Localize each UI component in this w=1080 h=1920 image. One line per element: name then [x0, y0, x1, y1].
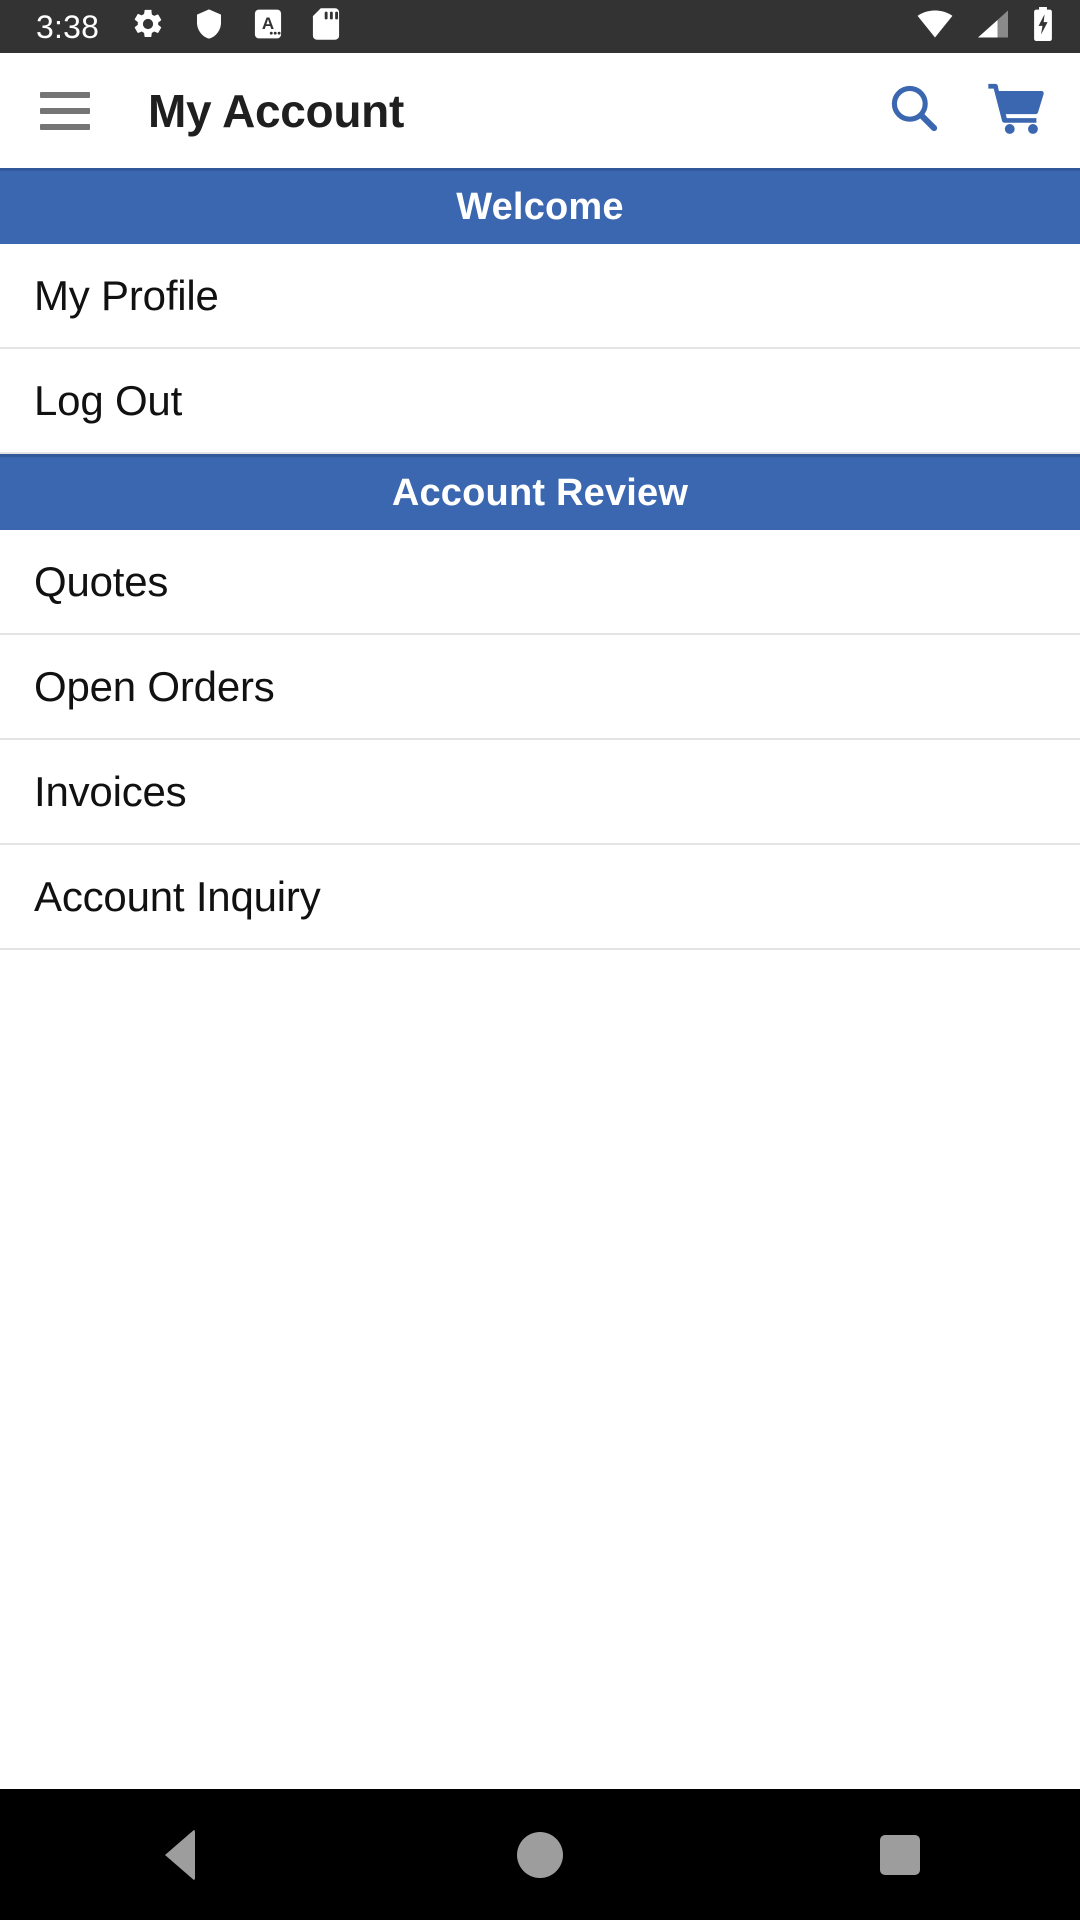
list-item-account-inquiry[interactable]: Account Inquiry	[0, 845, 1080, 950]
accessibility-a-icon: A	[253, 7, 283, 46]
search-button[interactable]	[884, 81, 944, 141]
list-item-label: Account Inquiry	[34, 872, 321, 920]
search-icon	[886, 80, 942, 141]
hamburger-menu-icon[interactable]	[40, 91, 90, 130]
phone-screen: 3:38 A My Account Welcome My Profile Log…	[0, 0, 1080, 1920]
section-header-label: Account Review	[391, 472, 689, 514]
section-list-welcome: My Profile Log Out	[0, 244, 1080, 454]
status-bar-left-icons: A	[131, 7, 341, 46]
shopping-cart-icon	[987, 80, 1045, 141]
list-item-open-orders[interactable]: Open Orders	[0, 635, 1080, 740]
list-item-invoices[interactable]: Invoices	[0, 740, 1080, 845]
shield-icon	[193, 7, 225, 46]
app-bar: My Account	[0, 53, 1080, 168]
list-item-label: Invoices	[34, 767, 187, 815]
status-bar: 3:38 A	[0, 0, 1080, 53]
svg-text:A: A	[262, 14, 274, 33]
section-list-account-review: Quotes Open Orders Invoices Account Inqu…	[0, 530, 1080, 950]
hamburger-line	[40, 107, 90, 114]
section-header-account-review: Account Review	[0, 454, 1080, 530]
shopping-cart-button[interactable]	[986, 81, 1046, 141]
home-button[interactable]	[465, 1789, 615, 1920]
section-header-welcome: Welcome	[0, 168, 1080, 244]
list-item-label: Open Orders	[34, 662, 275, 710]
list-item-label: Log Out	[34, 376, 183, 424]
hamburger-line	[40, 91, 90, 98]
empty-content-area	[0, 950, 1080, 1789]
list-item-log-out[interactable]: Log Out	[0, 349, 1080, 454]
sd-card-icon	[311, 7, 341, 46]
settings-gear-icon	[131, 7, 165, 46]
status-bar-right-icons	[916, 7, 1054, 46]
app-bar-actions	[884, 81, 1046, 141]
battery-charging-icon	[1032, 7, 1054, 46]
square-recents-icon	[880, 1834, 920, 1875]
list-item-label: My Profile	[34, 271, 219, 319]
recents-button[interactable]	[825, 1789, 975, 1920]
wifi-icon	[916, 9, 954, 44]
list-item-quotes[interactable]: Quotes	[0, 530, 1080, 635]
list-item-label: Quotes	[34, 557, 169, 605]
circle-home-icon	[517, 1831, 563, 1878]
android-navigation-bar	[0, 1789, 1080, 1920]
section-header-label: Welcome	[456, 186, 624, 228]
back-button[interactable]	[105, 1789, 255, 1920]
triangle-back-icon	[165, 1828, 195, 1881]
page-title: My Account	[148, 84, 404, 137]
hamburger-line	[40, 123, 90, 130]
list-item-my-profile[interactable]: My Profile	[0, 244, 1080, 349]
status-clock: 3:38	[36, 8, 100, 45]
cellular-signal-icon	[976, 9, 1010, 44]
